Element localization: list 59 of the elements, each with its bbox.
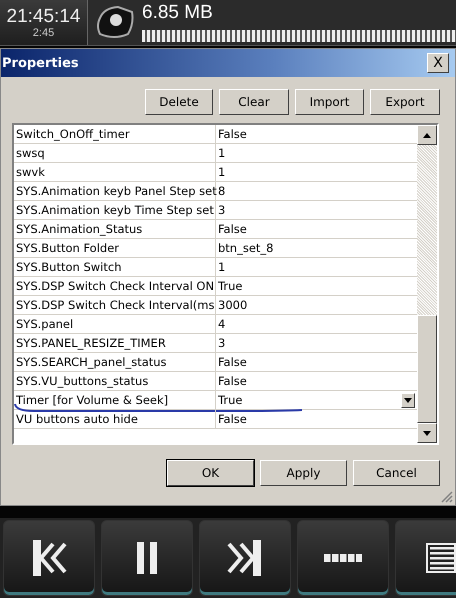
- property-name[interactable]: SYS.Button Switch: [14, 258, 216, 276]
- dialog-button[interactable]: Apply: [260, 460, 347, 486]
- property-value[interactable]: 1: [216, 163, 417, 181]
- down-arrow-icon: [404, 398, 412, 403]
- memory-usage: 6.85 MB: [142, 2, 213, 24]
- property-name[interactable]: SYS.Button Folder: [14, 239, 216, 257]
- toolbar-button[interactable]: Clear: [219, 89, 289, 115]
- property-value[interactable]: 3: [216, 201, 417, 219]
- property-value[interactable]: 1: [216, 144, 417, 162]
- toolbar-button[interactable]: Delete: [145, 89, 213, 115]
- property-name[interactable]: Switch_OnOff_timer: [14, 125, 216, 143]
- toolbar-button[interactable]: Import: [295, 89, 364, 115]
- property-name[interactable]: SYS.panel: [14, 315, 216, 333]
- player-button[interactable]: [101, 520, 193, 596]
- property-name[interactable]: SYS.DSP Switch Check Interval ON: [14, 277, 216, 295]
- skip-forward-icon: [227, 540, 263, 576]
- property-name[interactable]: VU buttons auto hide: [14, 410, 216, 428]
- elapsed-time: 2:45: [32, 26, 54, 38]
- property-name[interactable]: SYS.Animation_Status: [14, 220, 216, 238]
- property-name[interactable]: swsq: [14, 144, 216, 162]
- property-name[interactable]: swvk: [14, 163, 216, 181]
- property-name[interactable]: SYS.VU_buttons_status: [14, 372, 216, 390]
- property-value[interactable]: False: [216, 125, 417, 143]
- dashes-icon: [324, 554, 362, 562]
- dropdown-button[interactable]: [401, 393, 415, 408]
- property-value[interactable]: 4: [216, 315, 417, 333]
- property-value[interactable]: btn_set_8: [216, 239, 417, 257]
- resize-grip-icon[interactable]: [441, 491, 453, 503]
- property-value[interactable]: True: [216, 391, 417, 409]
- property-value[interactable]: False: [216, 353, 417, 371]
- property-name[interactable]: SYS.Animation keyb Panel Step set: [14, 182, 216, 200]
- property-value[interactable]: 3: [216, 334, 417, 352]
- clock: 21:45:14: [6, 6, 80, 26]
- property-name[interactable]: SYS.DSP Switch Check Interval(ms: [14, 296, 216, 314]
- property-value[interactable]: 3000: [216, 296, 417, 314]
- property-name[interactable]: SYS.SEARCH_panel_status: [14, 353, 216, 371]
- down-arrow-icon: [423, 430, 431, 436]
- property-name[interactable]: Timer [for Volume & Seek]: [14, 391, 216, 409]
- dialog-title: Properties: [2, 56, 79, 70]
- dialog-button[interactable]: OK: [167, 460, 254, 486]
- property-value[interactable]: True: [216, 277, 417, 295]
- list-icon: [426, 543, 456, 573]
- player-button[interactable]: [3, 520, 95, 596]
- dialog-button[interactable]: Cancel: [353, 460, 440, 486]
- scrollbar[interactable]: [417, 125, 437, 443]
- property-value[interactable]: 1: [216, 258, 417, 276]
- close-button[interactable]: X: [427, 53, 449, 73]
- skip-back-icon: [31, 540, 67, 576]
- property-value[interactable]: False: [216, 410, 417, 428]
- toolbar-button[interactable]: Export: [370, 89, 440, 115]
- property-name[interactable]: SYS.PANEL_RESIZE_TIMER: [14, 334, 216, 352]
- player-button[interactable]: [297, 520, 389, 596]
- property-name[interactable]: SYS.Animation keyb Time Step set: [14, 201, 216, 219]
- property-value[interactable]: False: [216, 220, 417, 238]
- pause-icon: [136, 542, 158, 574]
- property-value[interactable]: 8: [216, 182, 417, 200]
- property-value[interactable]: False: [216, 372, 417, 390]
- up-arrow-icon: [423, 132, 431, 138]
- player-button[interactable]: [199, 520, 291, 596]
